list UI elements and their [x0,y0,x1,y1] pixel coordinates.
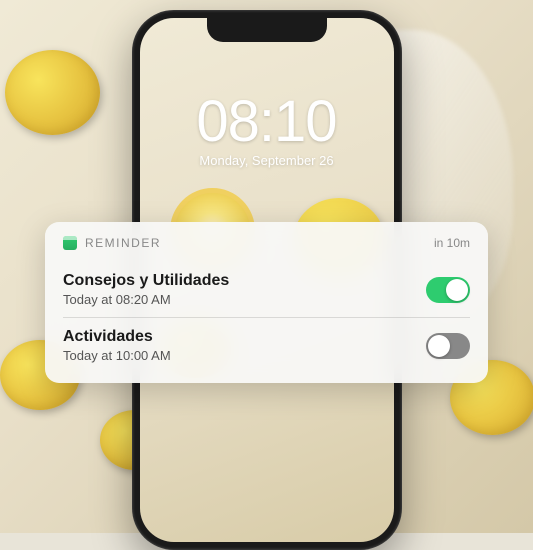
reminder-title: Actividades [63,328,426,346]
reminder-toggle-switch[interactable] [426,277,470,303]
reminder-time: Today at 08:20 AM [63,292,426,307]
reminder-toggle-switch[interactable] [426,333,470,359]
reminder-item: Consejos y Utilidades Today at 08:20 AM [63,262,470,317]
toggle-knob [446,279,468,301]
calendar-icon [63,236,77,250]
reminder-item: Actividades Today at 10:00 AM [63,317,470,373]
reminder-notification-card[interactable]: REMINDER in 10m Consejos y Utilidades To… [45,222,488,383]
notification-header: REMINDER in 10m [63,236,470,250]
lemon-decoration [5,50,100,135]
reminder-content: Consejos y Utilidades Today at 08:20 AM [63,272,426,307]
toggle-knob [428,335,450,357]
reminder-title: Consejos y Utilidades [63,272,426,290]
time-remaining-label: in 10m [434,236,470,250]
phone-notch [207,18,327,42]
lockscreen-clock: 08:10 Monday, September 26 [140,93,394,168]
clock-time: 08:10 [140,93,394,151]
clock-date: Monday, September 26 [140,153,394,168]
reminder-time: Today at 10:00 AM [63,348,426,363]
reminder-content: Actividades Today at 10:00 AM [63,328,426,363]
app-name-label: REMINDER [85,236,426,250]
